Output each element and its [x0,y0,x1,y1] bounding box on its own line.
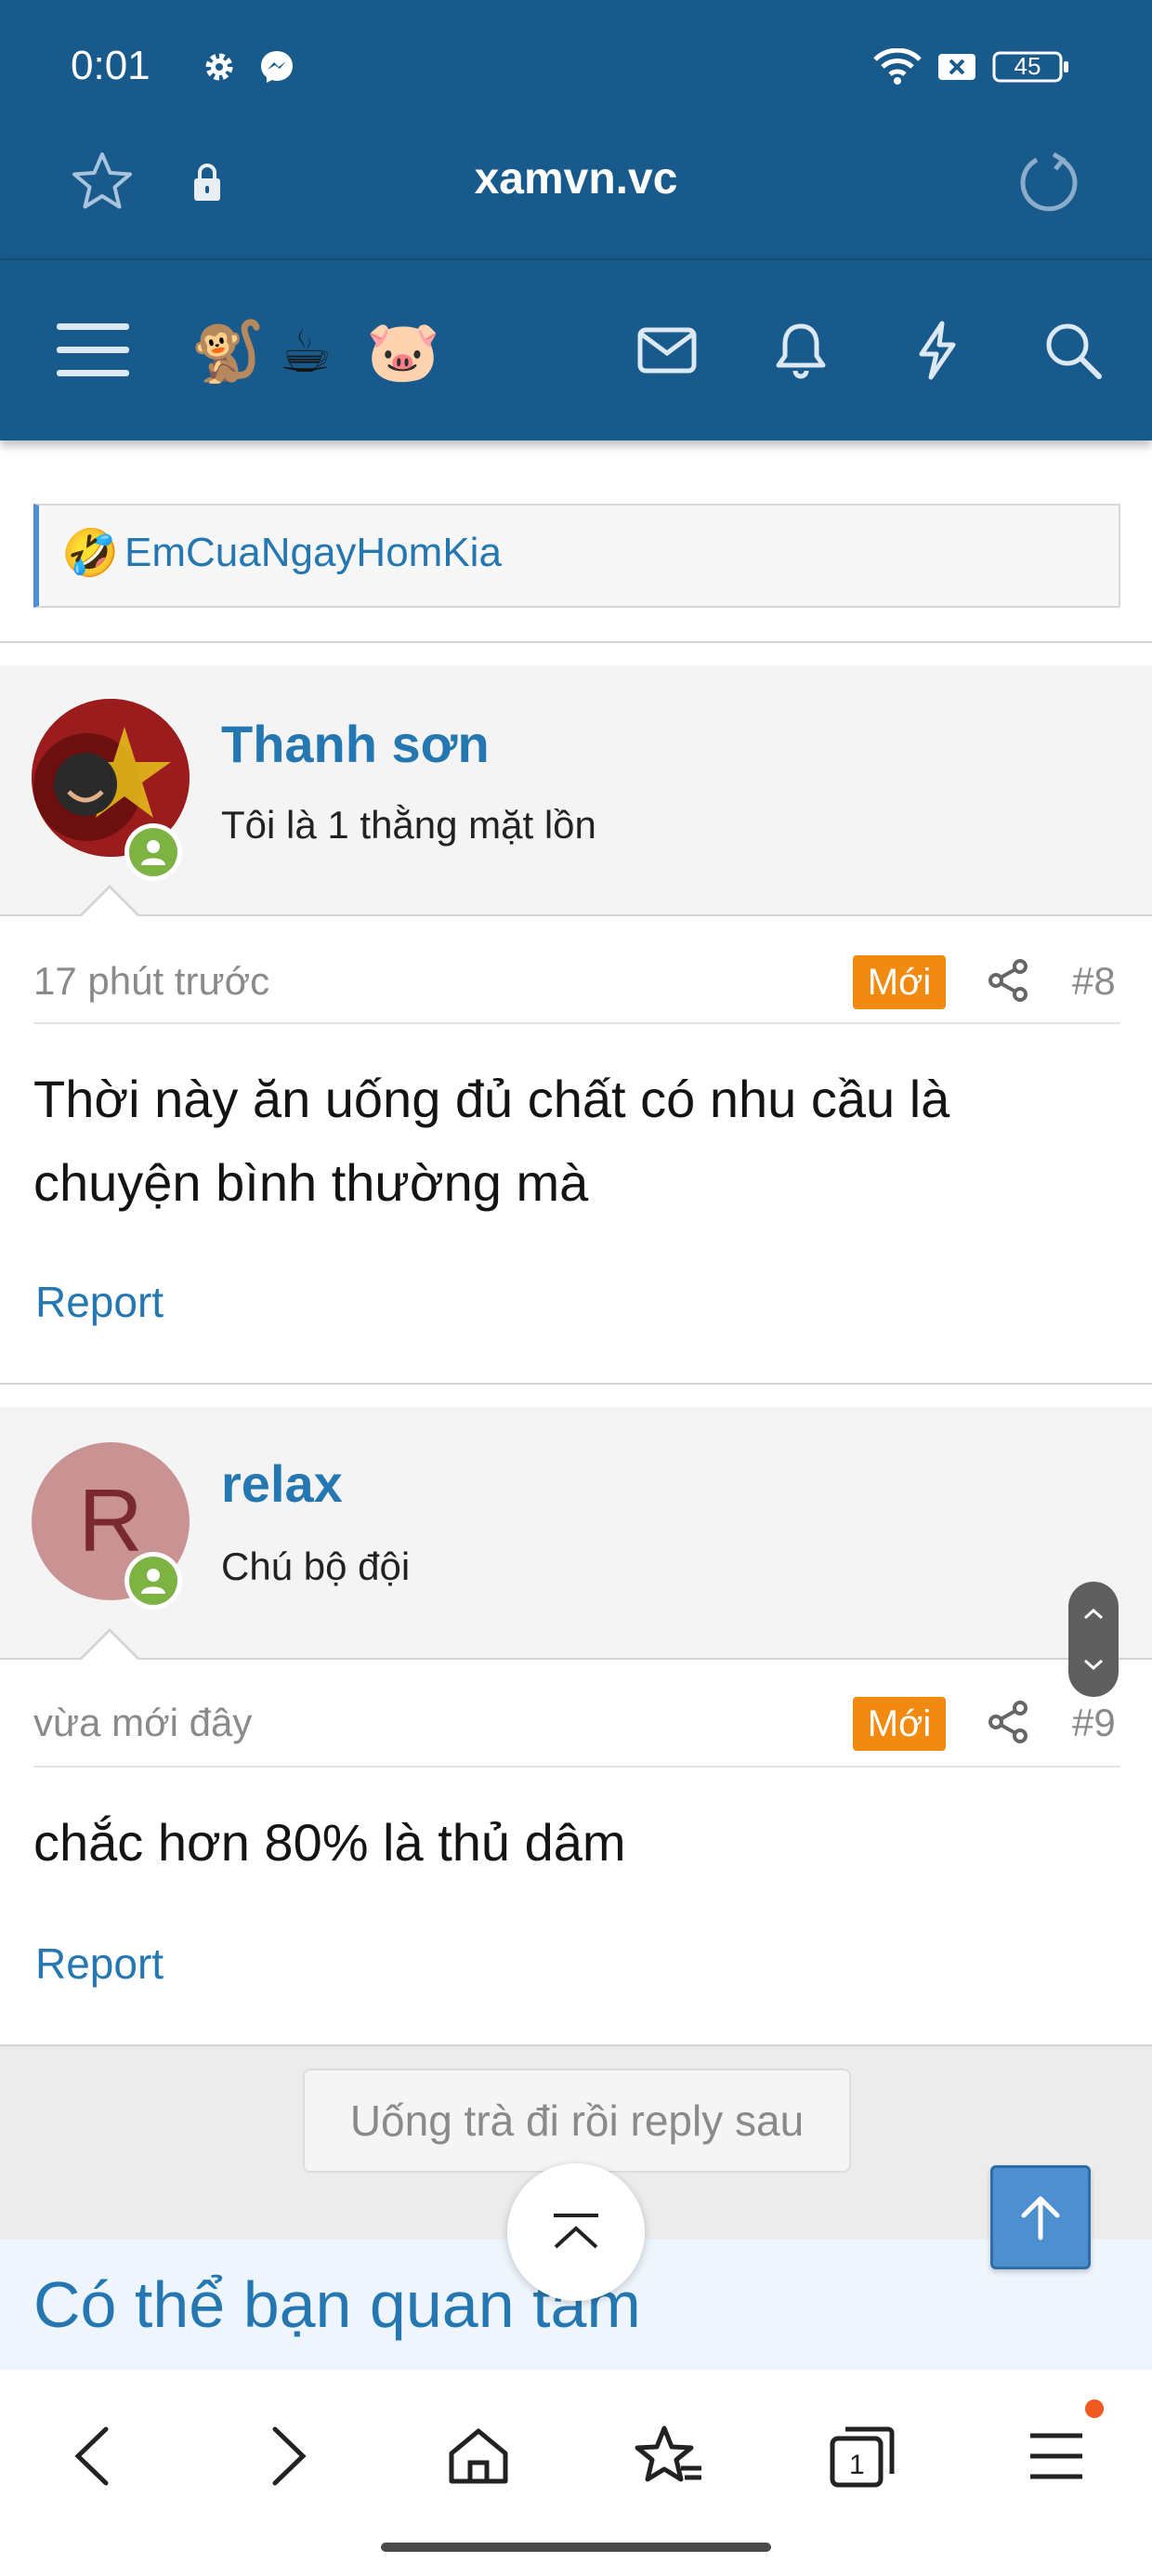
rofl-emoji: 🤣 [61,527,120,579]
chevron-down-icon [1084,1659,1103,1671]
notification-dot [1085,2399,1104,2418]
forward-icon[interactable] [247,2414,331,2498]
collapse-toolbar-button[interactable] [507,2163,645,2301]
url-text[interactable]: xamvn.vc [0,153,1152,204]
bookmarks-icon[interactable] [628,2414,712,2498]
arrow-up-icon [1021,2196,1060,2241]
reply-button[interactable]: Uống trà đi rồi reply sau [303,2069,851,2173]
pig-emoji[interactable]: 🐷 [366,314,440,388]
new-badge: Mới [853,955,946,1009]
back-icon[interactable] [50,2414,134,2498]
user-title: Chú bộ đội [221,1544,411,1588]
battery-level: 45 [1014,52,1041,80]
home-indicator[interactable] [381,2543,771,2552]
divider [0,914,1152,916]
monkey-emoji[interactable]: 🐒 [190,314,265,388]
avatar-letter: R [78,1471,143,1571]
reaction-summary[interactable]: 🤣 EmCuaNgayHomKia [33,504,1120,608]
menu-icon[interactable] [51,309,135,392]
divider [33,1022,1120,1024]
post-body: Thời này ăn uống đủ chất có nhu cầu là c… [33,1070,950,1212]
status-time: 0:01 [71,43,151,88]
report-link[interactable]: Report [35,1277,164,1327]
messenger-icon [258,48,295,85]
wifi-icon [871,47,923,85]
scroll-to-top-button[interactable] [990,2165,1091,2269]
reload-icon[interactable] [1016,149,1081,218]
post-time[interactable]: vừa mới đây [33,1701,252,1745]
bell-icon[interactable] [759,309,843,392]
post-number-link[interactable]: #9 [1072,1701,1116,1745]
status-bar: 0:01 45 [0,0,1152,139]
browser-header: 0:01 45 xamvn.vc [0,0,1152,258]
divider [33,1766,1120,1768]
chevron-up-icon [1084,1608,1103,1620]
user-title: Tôi là 1 thằng mặt lồn [221,803,596,847]
online-status-icon [124,1552,182,1610]
sim-off-icon [936,48,977,85]
fast-scroll-handle[interactable] [1068,1582,1119,1697]
divider [0,1658,1152,1660]
tab-count: 1 [849,2450,865,2480]
new-badge: Mới [853,1697,946,1751]
report-link[interactable]: Report [35,1939,164,1989]
post-body: chắc hơn 80% là thủ dâm [33,1813,626,1872]
arrow-indicator [82,888,137,916]
post-8-user-header: Thanh sơn Tôi là 1 thằng mặt lồn [0,665,1152,914]
forum-nav-bar [0,258,1152,440]
share-icon[interactable] [985,957,1031,1004]
lightning-icon[interactable] [896,309,979,392]
home-icon[interactable] [437,2414,520,2498]
share-icon[interactable] [985,1699,1031,1745]
post-9-user-header: R relax Chú bộ đội [0,1407,1152,1658]
reaction-user-link[interactable]: EmCuaNgayHomKia [124,530,502,576]
post-number-link[interactable]: #8 [1072,959,1116,1004]
collapse-up-icon [554,2214,598,2249]
menu-icon[interactable] [1015,2414,1098,2498]
divider [0,641,1152,643]
username[interactable]: relax [221,1453,343,1514]
gear-icon [201,48,238,85]
username[interactable]: Thanh sơn [221,714,490,774]
online-status-icon [124,823,182,881]
arrow-indicator [82,1632,137,1660]
coffee-emoji[interactable]: ☕ [279,314,332,388]
post-time[interactable]: 17 phút trước [33,959,269,1004]
search-icon[interactable] [1031,309,1115,392]
divider [0,1383,1152,1385]
tabs-icon[interactable]: 1 [821,2414,905,2498]
mail-icon[interactable] [625,309,709,392]
